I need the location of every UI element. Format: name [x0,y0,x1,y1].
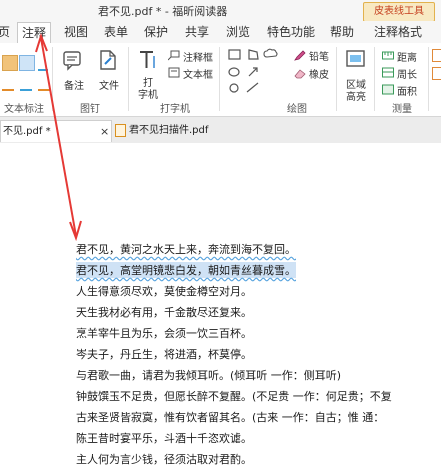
poem-line-highlighted: 君不见，高堂明镜悲白发，朝如青丝暮成雪。 [76,262,296,278]
tab-comment[interactable]: 注释 [17,22,52,44]
perimeter-icon[interactable] [382,67,394,78]
group-label-pin: 图钉 [80,104,100,115]
group-label-measure: 测量 [392,104,412,115]
pencil-label[interactable]: 铅笔 [309,48,329,63]
eraser-icon[interactable] [294,68,306,79]
area-measure-label[interactable]: 面积 [397,83,417,98]
polygon-tool-icon [248,49,259,60]
group-label-drawing: 绘图 [287,104,307,115]
tab-form[interactable]: 表单 [104,21,128,43]
poem-line: 与君歌一曲，请君为我倾耳听。(倾耳听 一作：侧耳听) [76,369,342,382]
ribbon-separator [374,47,375,111]
note-icon[interactable] [62,49,84,71]
close-icon[interactable]: × [100,121,109,142]
area-label-2[interactable]: 高亮 [346,88,366,103]
textbox-label[interactable]: 文本框 [183,66,213,81]
tab-help[interactable]: 帮助 [330,21,354,43]
distance-icon[interactable] [382,50,394,61]
doc-tab-label: 不见.pdf * [3,126,51,137]
title-bar: 君不见.pdf * - 福昕阅读器 皮表线工具 [0,0,441,22]
replace-text-icon[interactable] [20,77,32,91]
rectangle-tool-icon [228,49,241,60]
tab-page[interactable]: 页 [0,21,10,43]
squiggly-text-icon[interactable] [2,77,14,91]
note-label[interactable]: 备注 [64,77,84,92]
extra-tool-icon-2[interactable] [432,67,441,80]
perimeter-label[interactable]: 周长 [397,66,417,81]
poem-line: 陈王昔时宴平乐，斗酒十千恣欢谑。 [76,432,252,445]
tab-features[interactable]: 特色功能 [267,21,315,43]
ribbon-separator [128,47,129,111]
pdf-file-icon [115,123,126,137]
context-tool-badge[interactable]: 皮表线工具 [363,2,435,22]
doc-tab-active[interactable]: 不见.pdf * × [0,120,112,142]
tab-share[interactable]: 共享 [185,21,209,43]
callout-label[interactable]: 注释框 [183,49,213,64]
ribbon-separator [336,47,337,111]
tab-view[interactable]: 视图 [64,21,88,43]
oval-tool-icon [228,67,240,77]
arrow-tool-icon [248,67,258,77]
tab-browse[interactable]: 浏览 [226,21,250,43]
ribbon-separator [219,47,220,111]
ribbon: 文本标注 备注 文件 图钉 打 字机 注释框 文本框 打字机 铅笔 橡皮 绘图 … [0,43,441,117]
textbox-icon[interactable] [168,67,180,78]
file-attach-icon[interactable] [97,49,119,71]
strikeout-text-icon[interactable] [38,55,48,71]
window-title: 君不见.pdf * - 福昕阅读器 [98,5,228,18]
poem-line-squiggly: 君不见，黄河之水天上来，奔流到海不复回。 [76,243,296,256]
pencil-icon[interactable] [294,50,306,61]
insert-text-icon[interactable] [38,77,50,91]
highlight-text-icon[interactable] [2,55,18,71]
line-tool-icon [246,82,259,93]
extra-tool-icon[interactable] [432,49,441,62]
area-highlight-icon[interactable] [345,48,367,70]
poem-line: 天生我材必有用，千金散尽还复来。 [76,306,252,319]
callout-icon[interactable] [168,50,180,61]
file-label[interactable]: 文件 [99,77,119,92]
poem-line: 主人何为言少钱，径须沽取对君酌。 [76,453,252,466]
eraser-label[interactable]: 橡皮 [309,66,329,81]
document-page: 君不见，黄河之水天上来，奔流到海不复回。 君不见，高堂明镜悲白发，朝如青丝暮成雪… [0,143,441,466]
tab-protect[interactable]: 保护 [144,21,168,43]
underline-text-icon[interactable] [19,55,35,71]
tab-comment-format[interactable]: 注释格式 [374,21,422,43]
circle-tool-icon [229,83,239,93]
poem-line: 人生得意须尽欢，莫使金樽空对月。 [76,285,252,298]
doc-tab-inactive[interactable]: 君不见扫描件.pdf [113,120,231,141]
poem-line: 古来圣贤皆寂寞，惟有饮者留其名。(古来 一作：自古；惟 通： [76,411,385,424]
ribbon-separator [52,47,53,111]
distance-label[interactable]: 距离 [397,49,417,64]
poem-line: 钟鼓馔玉不足贵，但愿长醉不复醒。(不足贵 一作：何足贵；不复 [76,390,392,403]
typewriter-label-2[interactable]: 字机 [138,86,158,101]
doc-tab-label: 君不见扫描件.pdf [129,125,209,136]
group-label-text-markup: 文本标注 [4,104,44,115]
poem-line: 烹羊宰牛且为乐，会须一饮三百杯。 [76,327,252,340]
menu-tab-bar: 页 注释 视图 表单 保护 共享 浏览 特色功能 帮助 注释格式 [0,21,441,44]
cloud-tool-icon [263,48,278,58]
typewriter-icon[interactable] [137,49,159,71]
drawing-shapes [228,48,278,93]
area-measure-icon[interactable] [382,84,394,95]
document-tab-bar: 不见.pdf * × 君不见扫描件.pdf [0,117,441,144]
poem-line: 岑夫子，丹丘生，将进酒，杯莫停。 [76,348,252,361]
ribbon-separator [428,47,429,111]
group-label-typewriter: 打字机 [160,104,190,115]
